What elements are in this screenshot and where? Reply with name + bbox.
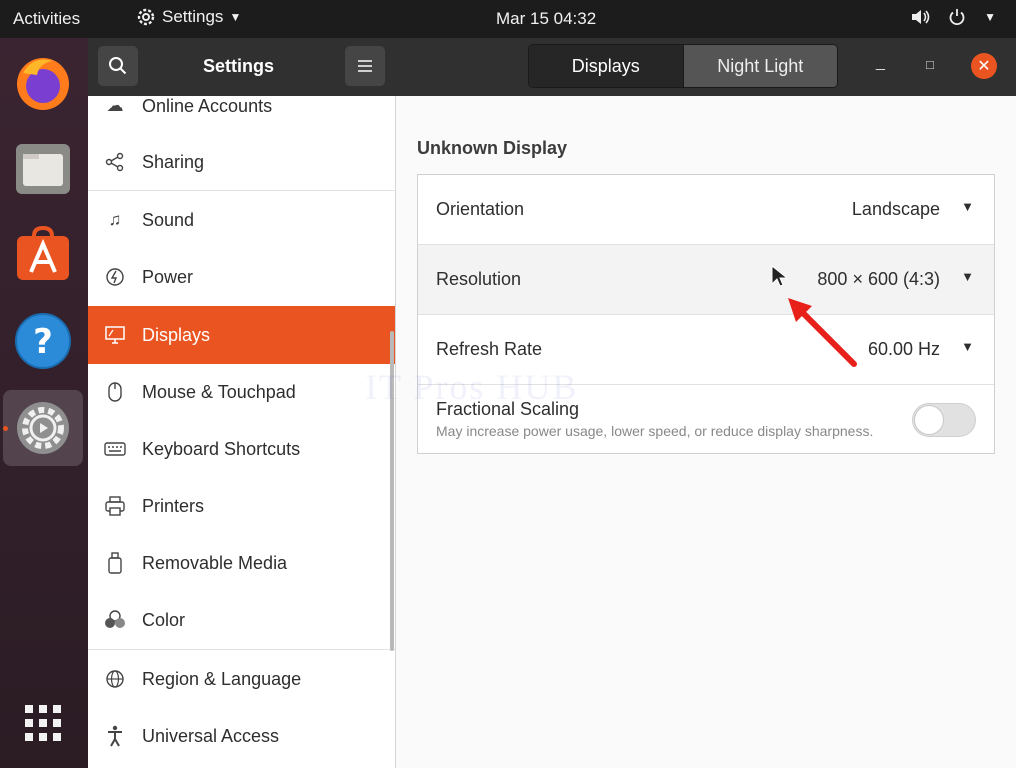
search-button[interactable]: [98, 46, 138, 86]
chevron-down-icon: ▼: [961, 269, 974, 284]
primary-menu-button[interactable]: [345, 46, 385, 86]
sidebar-item-power[interactable]: Power: [88, 249, 395, 305]
mouse-icon: [88, 381, 142, 403]
minimize-button[interactable]: _: [876, 54, 885, 72]
refresh-rate-value: 60.00 Hz: [867, 339, 940, 359]
dock-firefox[interactable]: [8, 48, 78, 118]
chevron-down-icon: ▼: [229, 10, 242, 24]
dock-software[interactable]: [8, 220, 78, 290]
chevron-down-icon: ▼: [961, 199, 974, 214]
firefox-icon: [17, 58, 69, 110]
sidebar-divider: [88, 190, 395, 191]
sidebar-item-sharing[interactable]: Sharing: [88, 134, 395, 190]
display-settings-panel: Unknown Display Orientation Landscape ▼ …: [397, 96, 1016, 768]
usb-drive-icon: [88, 552, 142, 574]
display-settings-list: Orientation Landscape ▼ Resolution 800 ×…: [417, 174, 995, 454]
keyboard-icon: [88, 441, 142, 457]
share-icon: [88, 152, 142, 172]
svg-text:?: ?: [33, 322, 53, 362]
sidebar-item-label: Sound: [142, 209, 195, 230]
folder-icon: [16, 144, 70, 194]
app-grid-icon: [25, 705, 61, 741]
top-bar: Activities Settings ▼ Mar 15 04:32 ▼: [0, 0, 1016, 38]
watermark: IT Pros HUB: [365, 367, 579, 407]
color-icon: [88, 610, 142, 630]
resolution-row[interactable]: Resolution 800 × 600 (4:3) ▼: [418, 245, 994, 315]
mouse-pointer-icon: [771, 265, 787, 287]
sidebar-item-sound[interactable]: ♫ Sound: [88, 192, 395, 248]
hamburger-menu-icon: [358, 60, 372, 72]
display-icon: [88, 325, 142, 345]
view-switcher: Displays Night Light: [528, 44, 838, 88]
activities-button[interactable]: Activities: [13, 9, 80, 29]
gear-icon: [137, 8, 155, 26]
sidebar-item-universal-access[interactable]: Universal Access: [88, 708, 395, 764]
sidebar-item-label: Displays: [142, 324, 211, 345]
dock-settings[interactable]: [3, 390, 83, 466]
sidebar: ☁ Online Accounts Sharing ♫ Sound Power …: [88, 96, 396, 768]
sidebar-item-region-language[interactable]: Region & Language: [88, 651, 395, 707]
sidebar-item-label: Removable Media: [142, 552, 288, 573]
chevron-down-icon: ▼: [961, 339, 974, 354]
sidebar-item-label: Online Accounts: [142, 96, 273, 116]
sidebar-item-keyboard-shortcuts[interactable]: Keyboard Shortcuts: [88, 421, 395, 477]
help-icon: ?: [15, 313, 71, 369]
close-button[interactable]: ✕: [971, 53, 997, 79]
dock-help[interactable]: ?: [8, 306, 78, 376]
music-note-icon: ♫: [108, 210, 122, 229]
sidebar-item-printers[interactable]: Printers: [88, 478, 395, 534]
sidebar-item-mouse-touchpad[interactable]: Mouse & Touchpad: [88, 364, 395, 420]
close-icon: ✕: [977, 58, 991, 75]
app-menu-label: Settings: [162, 7, 224, 26]
dock-files[interactable]: [8, 134, 78, 204]
power-icon: [949, 9, 965, 26]
chevron-down-icon: ▼: [984, 10, 996, 24]
system-tray[interactable]: ▼: [910, 8, 996, 26]
orientation-value: Landscape: [851, 199, 940, 219]
printer-icon: [88, 495, 142, 517]
show-applications-button[interactable]: [8, 688, 78, 758]
annotation-arrow-icon: [788, 298, 857, 367]
globe-icon: [88, 669, 142, 689]
sidebar-item-label: Power: [142, 266, 194, 287]
sidebar-item-label: Color: [142, 609, 186, 630]
cloud-icon: ☁: [106, 96, 124, 115]
refresh-rate-label: Refresh Rate: [436, 339, 543, 359]
orientation-row[interactable]: Orientation Landscape ▼: [418, 175, 994, 245]
power-icon: [88, 267, 142, 287]
sidebar-item-label: Region & Language: [142, 668, 302, 689]
tab-displays[interactable]: Displays: [529, 45, 683, 87]
fractional-scaling-toggle[interactable]: [912, 403, 976, 437]
resolution-label: Resolution: [436, 269, 522, 289]
software-store-icon: [17, 226, 69, 280]
sidebar-divider: [88, 649, 395, 650]
sidebar-title: Settings: [203, 56, 275, 76]
toggle-knob: [914, 405, 944, 435]
settings-gear-icon: [17, 402, 69, 454]
orientation-label: Orientation: [436, 199, 525, 219]
display-name-heading: Unknown Display: [417, 138, 568, 158]
sidebar-item-label: Keyboard Shortcuts: [142, 438, 301, 459]
sidebar-item-removable-media[interactable]: Removable Media: [88, 535, 395, 591]
resolution-value: 800 × 600 (4:3): [817, 269, 940, 289]
fractional-scaling-description: May increase power usage, lower speed, o…: [436, 423, 874, 439]
header-bar: Settings Displays Night Light _ □ ✕: [88, 38, 1016, 96]
sidebar-item-label: Mouse & Touchpad: [142, 381, 296, 402]
clock[interactable]: Mar 15 04:32: [496, 9, 596, 29]
search-icon: [109, 57, 127, 75]
sidebar-item-color[interactable]: Color: [88, 592, 395, 648]
tab-night-light[interactable]: Night Light: [682, 45, 837, 87]
sidebar-item-label: Sharing: [142, 151, 205, 172]
sidebar-item-label: Universal Access: [142, 725, 280, 746]
dock: ?: [0, 38, 88, 768]
sidebar-item-label: Printers: [142, 495, 205, 516]
sidebar-item-online-accounts[interactable]: ☁ Online Accounts: [88, 96, 395, 134]
accessibility-icon: [88, 725, 142, 747]
maximize-button[interactable]: □: [926, 57, 934, 72]
volume-icon: [912, 10, 930, 24]
sidebar-item-displays[interactable]: Displays: [88, 306, 395, 364]
app-menu[interactable]: Settings ▼: [136, 7, 241, 27]
running-indicator: [3, 426, 8, 431]
